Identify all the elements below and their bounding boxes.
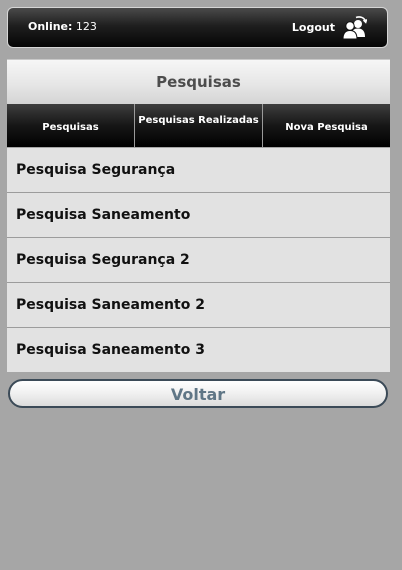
tab-pesquisas[interactable]: Pesquisas: [7, 104, 135, 147]
list-item[interactable]: Pesquisa Saneamento 3: [7, 328, 390, 372]
tab-bar: Pesquisas Pesquisas Realizadas Nova Pesq…: [7, 104, 390, 147]
list-item[interactable]: Pesquisa Saneamento 2: [7, 283, 390, 328]
header-bar: Online: 123 Logout: [7, 7, 388, 48]
back-button[interactable]: Voltar: [8, 379, 388, 408]
tab-pesquisas-realizadas[interactable]: Pesquisas Realizadas: [135, 104, 263, 147]
list-item[interactable]: Pesquisa Segurança: [7, 148, 390, 193]
online-label: Online:: [28, 20, 73, 33]
page-title: Pesquisas: [156, 73, 241, 91]
logout-button[interactable]: Logout: [292, 14, 367, 42]
survey-list: Pesquisa Segurança Pesquisa Saneamento P…: [7, 148, 390, 372]
tab-nova-pesquisa[interactable]: Nova Pesquisa: [263, 104, 390, 147]
list-item[interactable]: Pesquisa Segurança 2: [7, 238, 390, 283]
page-title-bar: Pesquisas: [7, 59, 390, 104]
logout-label: Logout: [291, 21, 335, 34]
back-button-label: Voltar: [170, 385, 226, 404]
list-item[interactable]: Pesquisa Saneamento: [7, 193, 390, 238]
online-count: 123: [75, 20, 97, 33]
online-status: Online: 123: [28, 20, 97, 34]
users-icon: [342, 16, 367, 40]
